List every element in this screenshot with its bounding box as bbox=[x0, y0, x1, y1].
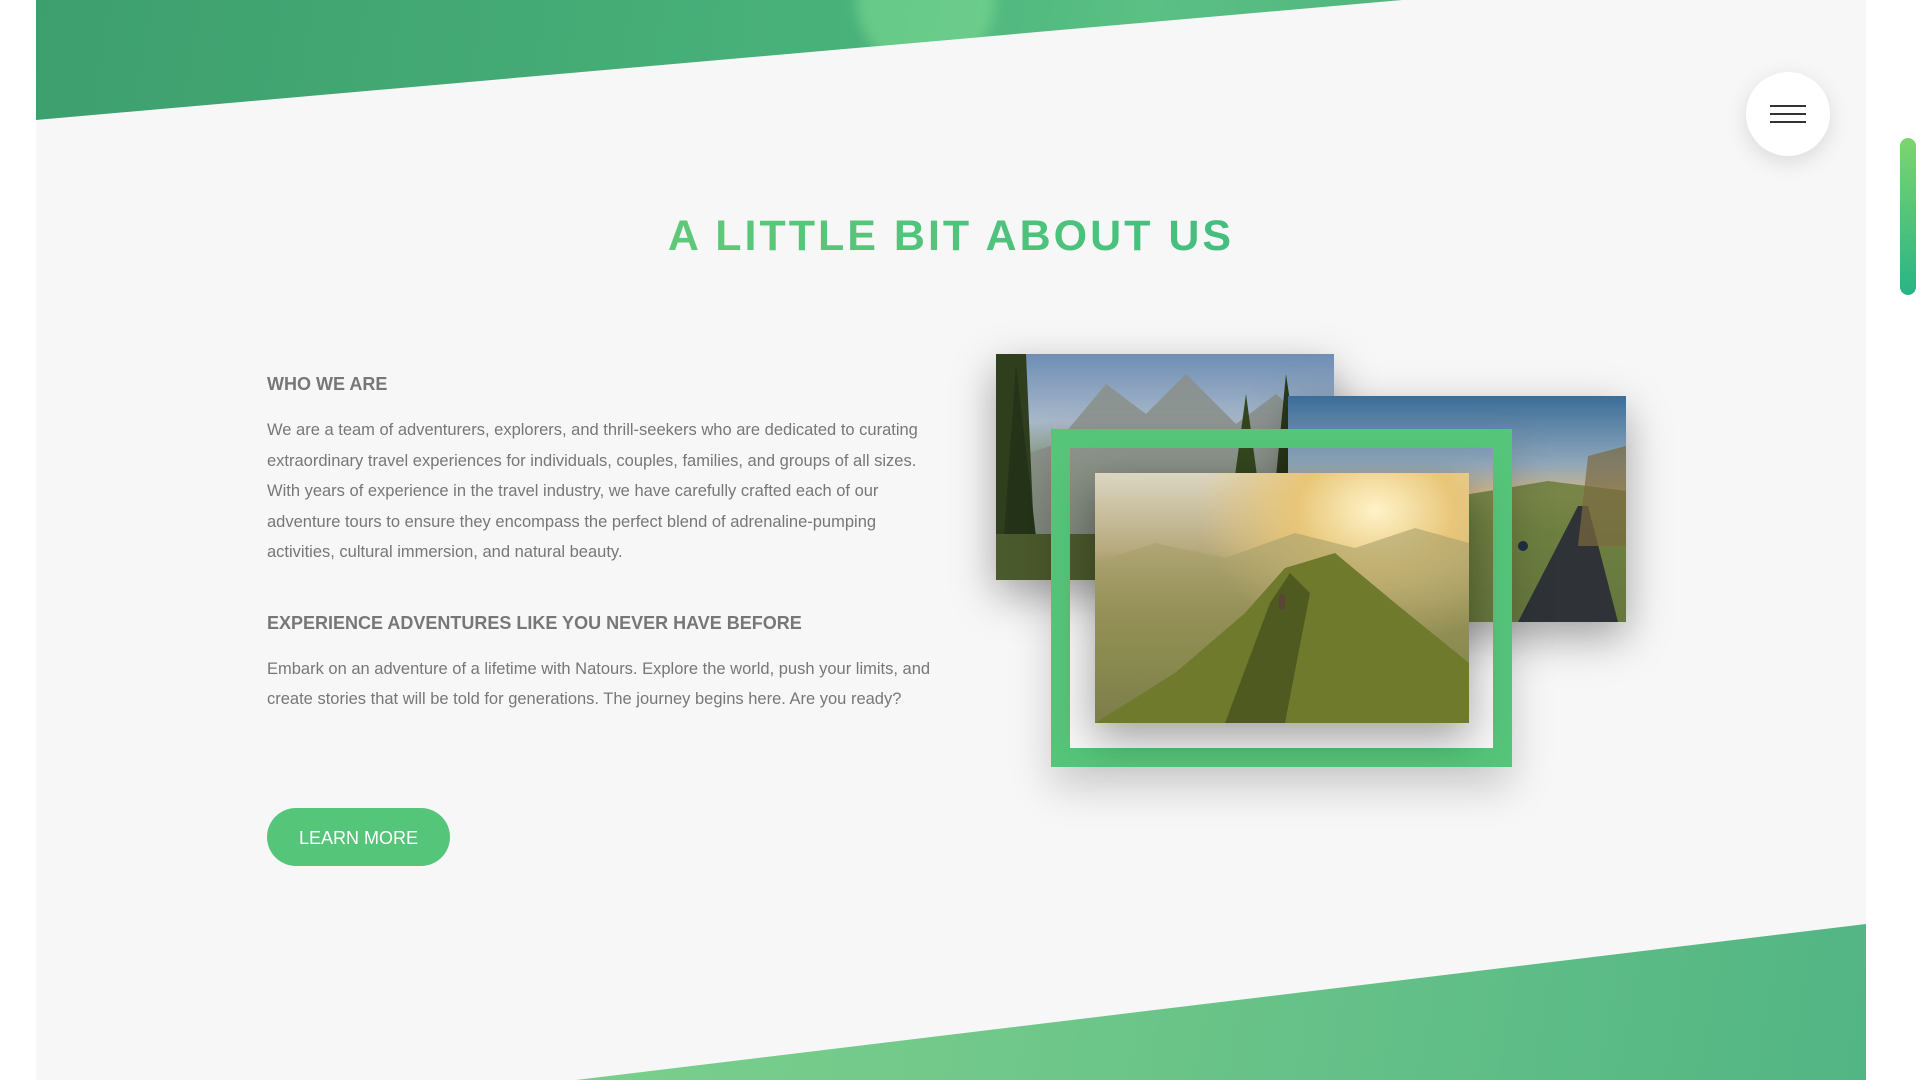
band-glow bbox=[856, 0, 996, 70]
hamburger-menu-icon bbox=[1770, 105, 1806, 107]
hamburger-menu-icon-middle bbox=[1770, 113, 1806, 115]
top-diagonal-band bbox=[36, 0, 1402, 120]
page-scrollbar-thumb[interactable] bbox=[1900, 138, 1916, 295]
who-we-are-paragraph: We are a team of adventurers, explorers,… bbox=[267, 421, 918, 561]
experience-paragraph: Embark on an adventure of a lifetime wit… bbox=[267, 659, 931, 709]
mountain-ridge-photo[interactable] bbox=[1095, 473, 1469, 723]
who-we-are-heading: WHO WE ARE bbox=[267, 374, 388, 394]
experience-heading: EXPERIENCE ADVENTURES LIKE YOU NEVER HAV… bbox=[267, 612, 802, 633]
about-section: A LITTLE BIT ABOUT US WHO WE ARE We are … bbox=[36, 0, 1866, 1080]
hamburger-menu-icon-bottom bbox=[1770, 121, 1806, 123]
about-text-column: WHO WE ARE We are a team of adventurers,… bbox=[267, 374, 947, 760]
learn-more-button[interactable]: LEARN MORE bbox=[267, 808, 450, 866]
section-title: A LITTLE BIT ABOUT US bbox=[36, 212, 1866, 261]
bottom-diagonal-band bbox=[576, 924, 1866, 1080]
navigation-menu-button[interactable] bbox=[1746, 72, 1830, 156]
